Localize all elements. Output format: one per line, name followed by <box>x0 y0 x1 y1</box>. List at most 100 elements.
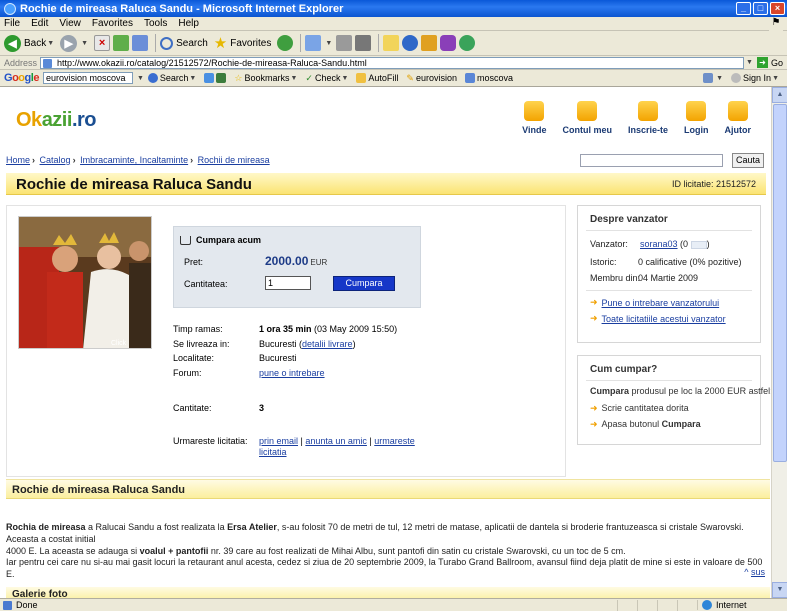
follow-email-link[interactable]: prin email <box>259 436 298 446</box>
toolbar-separator <box>300 34 302 52</box>
google-search-icon <box>147 73 158 83</box>
dropdown-arrow-icon: ▼ <box>189 74 197 82</box>
stop-icon[interactable]: × <box>94 35 111 51</box>
product-photo[interactable]: Click <box>18 216 152 349</box>
dropdown-arrow-icon[interactable]: ▼ <box>137 75 144 82</box>
google-search-button[interactable]: Search ▼ <box>147 73 197 83</box>
yahoo-icon[interactable] <box>440 35 457 51</box>
menu-view[interactable]: View <box>59 18 81 29</box>
messenger-icon[interactable] <box>402 35 419 51</box>
status-segment <box>617 599 637 611</box>
description-band: Rochie de mireasa Raluca Sandu <box>6 479 770 499</box>
menu-edit[interactable]: Edit <box>31 18 48 29</box>
menu-favorites[interactable]: Favorites <box>92 18 133 29</box>
zone-label: Internet <box>716 600 747 610</box>
account-icon <box>577 101 598 121</box>
research-icon[interactable] <box>421 35 438 51</box>
description-paragraph-2: Iar pentru cei care nu si-au mai gasit l… <box>6 557 763 579</box>
highlighter-icon: ✎ <box>406 72 414 83</box>
okazii-logo[interactable]: Okazii.ro <box>16 109 97 132</box>
favorites-button[interactable]: ★ Favorites <box>214 34 272 52</box>
security-zone: Internet <box>697 600 787 610</box>
toolbar-separator <box>378 34 380 52</box>
menu-help[interactable]: Help <box>178 18 199 29</box>
refresh-icon[interactable] <box>113 35 130 51</box>
nav-login[interactable]: Login <box>684 101 709 135</box>
all-auctions-label: Toate licitatiile acestui vanzator <box>601 313 726 324</box>
pagerank-icon[interactable] <box>204 73 215 83</box>
nav-vinde[interactable]: Vinde <box>522 101 546 135</box>
dropdown-arrow-icon: ▼ <box>772 74 779 82</box>
cumpara-button[interactable]: Cumpara <box>333 276 395 291</box>
notes-icon[interactable] <box>383 35 400 51</box>
bookmarks-button[interactable]: ☆ Bookmarks ▼ <box>234 73 297 84</box>
howto-step-2: ➜ Apasa butonul Cumpara <box>590 419 701 429</box>
watch-link[interactable]: urmareste <box>374 436 415 446</box>
ask-seller-link[interactable]: ➜ Pune o intrebare vanzatorului <box>590 297 719 308</box>
listing-title-band: Rochie de mireasa Raluca Sandu ID licita… <box>6 173 766 195</box>
description-paragraph-1: Rochia de mireasa a Ralucai Sandu a fost… <box>6 522 744 556</box>
settings-icon[interactable] <box>703 73 714 83</box>
msn-buddy-icon[interactable] <box>459 35 476 51</box>
history-row: Istoric: 0 calificative (0% pozitive) <box>590 257 742 267</box>
back-to-top-link[interactable]: ^ sus <box>744 567 765 577</box>
all-auctions-link[interactable]: ➜ Toate licitatiile acestui vanzator <box>590 313 726 324</box>
tell-friend-link[interactable]: anunta un amic <box>305 436 367 446</box>
back-button[interactable]: ◀ Back ▼ <box>4 34 54 52</box>
search-button[interactable]: Search <box>160 36 208 50</box>
breadcrumb-home[interactable]: Home <box>6 155 30 165</box>
delivery-details-link[interactable]: detalii livrare <box>302 339 353 349</box>
nav-inscrie-te[interactable]: Inscrie-te <box>628 101 668 135</box>
nav-contul-meu[interactable]: Contul meu <box>562 101 612 135</box>
highlight-term-moscova[interactable]: moscova <box>464 73 513 83</box>
address-dropdown-icon[interactable]: ▼ <box>746 59 753 66</box>
address-input[interactable]: http://www.okazii.ro/catalog/21512572/Ro… <box>40 56 745 69</box>
vertical-scrollbar[interactable]: ▲ ▼ <box>771 87 787 598</box>
buy-now-heading: Cumpara acum <box>180 235 261 245</box>
seller-name-link[interactable]: sorana03 <box>640 239 678 249</box>
quantity-input[interactable]: 1 <box>265 276 311 290</box>
menu-tools[interactable]: Tools <box>144 18 167 29</box>
follow-label: Urmareste licitatia: <box>173 436 248 446</box>
google-search-input[interactable]: eurovision moscova <box>42 72 133 84</box>
highlight-term-eurovision[interactable]: ✎ eurovision <box>406 73 457 84</box>
forum-question-link[interactable]: pune o intrebare <box>259 368 325 378</box>
minimize-button[interactable]: _ <box>736 2 751 15</box>
menu-file[interactable]: File <box>4 18 20 29</box>
maximize-button[interactable]: □ <box>753 2 768 15</box>
signin-label: Sign In <box>743 73 772 83</box>
site-search-input[interactable] <box>580 154 723 167</box>
nav-ajutor[interactable]: Ajutor <box>725 101 751 135</box>
dropdown-arrow-icon[interactable]: ▼ <box>716 75 723 82</box>
history-icon[interactable] <box>277 35 294 51</box>
edit-icon[interactable] <box>355 35 372 51</box>
watch-link-cont[interactable]: licitatia <box>259 447 287 457</box>
popup-blocker-icon[interactable] <box>216 73 227 83</box>
arrow-right-icon: ➜ <box>590 419 598 429</box>
site-search-button[interactable]: Cauta <box>732 153 764 168</box>
check-button[interactable]: ✓ Check ▼ <box>305 73 348 84</box>
gallery-title: Galerie foto <box>12 589 68 598</box>
lock-icon <box>686 101 707 121</box>
bookmarks-label: Bookmarks <box>244 73 290 83</box>
close-button[interactable]: × <box>770 2 785 15</box>
forward-arrow-icon: ▶ <box>60 34 78 52</box>
forward-button[interactable]: ▶ ▼ <box>60 34 88 52</box>
print-icon[interactable] <box>336 35 353 51</box>
go-button[interactable]: ➜ Go <box>756 57 783 68</box>
breadcrumb-imbracaminte[interactable]: Imbracaminte, Incaltaminte <box>80 155 188 165</box>
delivery-label: Se livreaza in: <box>173 339 230 349</box>
scroll-up-icon[interactable]: ▲ <box>772 87 787 103</box>
autofill-button[interactable]: AutoFill <box>356 73 398 83</box>
signin-button[interactable]: Sign In ▼ <box>731 73 779 83</box>
scroll-down-icon[interactable]: ▼ <box>772 582 787 598</box>
breadcrumb-catalog[interactable]: Catalog <box>40 155 71 165</box>
scroll-thumb[interactable] <box>773 104 787 462</box>
home-icon[interactable] <box>132 35 149 51</box>
seller-label: Vanzator: <box>590 239 628 249</box>
user-icon <box>731 73 742 83</box>
mail-icon[interactable] <box>305 35 322 51</box>
buy-now-box: Cumpara acum Pret: 2000.00 EUR Cantitatea… <box>173 226 421 308</box>
breadcrumb-rochii[interactable]: Rochii de mireasa <box>198 155 270 165</box>
address-label: Address <box>4 57 38 68</box>
